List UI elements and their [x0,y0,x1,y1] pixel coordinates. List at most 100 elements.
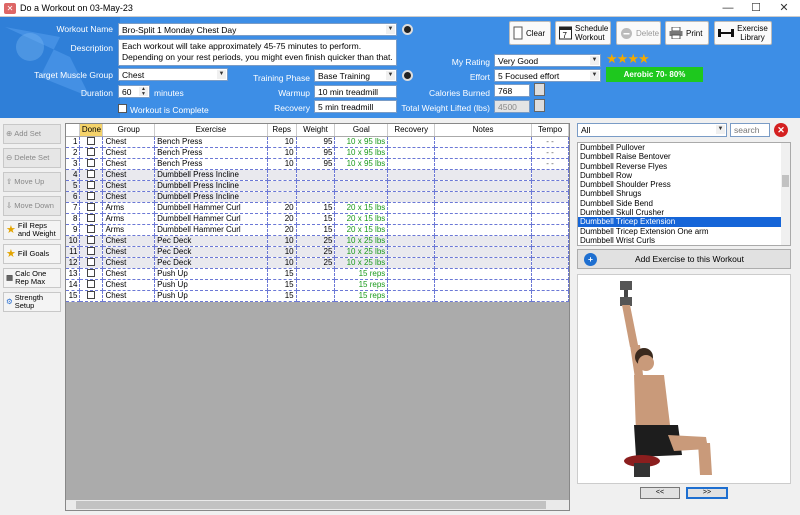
tempo-cell[interactable]: - - [531,147,569,159]
chevron-down-icon[interactable]: ▼ [590,56,599,65]
exercise-list-item[interactable]: Dumbbell Pullover [578,143,790,152]
notes-cell[interactable] [434,290,533,302]
reps-cell[interactable] [267,191,297,203]
exercise-list-item[interactable]: Dumbbell Tricep Extension [578,217,790,227]
star-icon[interactable]: ★ [638,51,650,66]
exercise-cell[interactable]: Bench Press [154,136,268,148]
recovery-cell[interactable] [387,136,436,148]
table-row[interactable]: 7 Arms Dumbbell Hammer Curl 20 15 20 x 15 lbs [66,202,569,214]
scrollbar-thumb[interactable] [76,501,546,509]
weight-cell[interactable]: 25 [296,246,336,258]
exercise-cell[interactable]: Push Up [154,279,268,291]
reps-cell[interactable]: 10 [267,136,297,148]
recovery-cell[interactable] [387,290,436,302]
calc-one-rep-max-button[interactable]: ▦ Calc One Rep Max [3,268,61,288]
group-cell[interactable]: Chest [102,180,156,192]
exercise-list-item[interactable]: Dumbbell Wrist Curls [578,236,790,245]
recovery-cell[interactable] [387,191,436,203]
exercise-cell[interactable]: Dumbbell Press Incline [154,191,268,203]
phase-options-icon[interactable] [402,70,413,81]
done-checkbox[interactable] [87,224,96,233]
exercise-cell[interactable]: Bench Press [154,158,268,170]
notes-cell[interactable] [434,191,533,203]
clear-search-icon[interactable]: ✕ [774,123,788,137]
reps-cell[interactable]: 15 [267,268,297,280]
reps-cell[interactable] [267,169,297,181]
goal-cell[interactable]: 20 x 15 lbs [334,202,389,214]
reps-cell[interactable]: 15 [267,279,297,291]
reps-cell[interactable]: 15 [267,290,297,302]
recovery-cell[interactable] [387,246,436,258]
done-checkbox[interactable] [87,213,96,222]
add-exercise-button[interactable]: + Add Exercise to this Workout [577,249,791,269]
done-checkbox[interactable] [87,169,96,178]
effort-select[interactable]: 5 Focused effort ▼ [494,69,601,82]
group-cell[interactable]: Chest [102,290,156,302]
weight-cell[interactable]: 25 [296,257,336,269]
tempo-cell[interactable] [531,268,569,280]
done-checkbox[interactable] [87,290,96,299]
notes-cell[interactable] [434,169,533,181]
chevron-down-icon[interactable]: ▼ [217,70,226,79]
exercise-cell[interactable]: Pec Deck [154,246,268,258]
warmup-input[interactable]: 10 min treadmill [314,85,397,98]
weight-cell[interactable] [296,180,336,192]
table-row[interactable]: 4 Chest Dumbbell Press Incline [66,169,569,181]
done-checkbox-cell[interactable] [79,224,104,236]
group-cell[interactable]: Chest [102,147,156,159]
recovery-input[interactable]: 5 min treadmill [314,100,397,113]
recovery-cell[interactable] [387,169,436,181]
exercise-cell[interactable]: Dumbbell Press Incline [154,180,268,192]
weight-cell[interactable] [296,268,336,280]
weight-cell[interactable] [296,191,336,203]
notes-cell[interactable] [434,224,533,236]
weight-cell[interactable] [296,290,336,302]
goal-cell[interactable]: 15 reps [334,279,389,291]
workout-sets-grid[interactable]: Done Group Exercise Reps Weight Goal Recovery N… [65,123,570,511]
rating-stars[interactable]: ★★★★ [606,51,650,67]
weight-cell[interactable]: 95 [296,147,336,159]
notes-cell[interactable] [434,268,533,280]
chevron-down-icon[interactable]: ▼ [386,71,395,80]
column-header[interactable]: Tempo [531,124,569,137]
library-search-input[interactable] [730,123,770,137]
column-header[interactable]: Goal [334,124,389,137]
chevron-down-icon[interactable]: ▼ [386,25,395,34]
star-icon[interactable]: ★ [627,51,639,66]
workout-name-combo[interactable]: Bro-Split 1 Monday Chest Day ▼ [118,23,397,36]
done-checkbox[interactable] [87,246,96,255]
exercise-list-item[interactable]: Dumbbell Row [578,171,790,180]
tempo-cell[interactable] [531,279,569,291]
recovery-cell[interactable] [387,158,436,170]
done-checkbox-cell[interactable] [79,191,104,203]
reps-cell[interactable]: 10 [267,158,297,170]
exercise-list-item[interactable]: Dumbbell Raise Bentover [578,152,790,161]
exercise-cell[interactable]: Bench Press [154,147,268,159]
notes-cell[interactable] [434,202,533,214]
group-cell[interactable]: Chest [102,136,156,148]
previous-image-button[interactable]: << [640,487,680,499]
column-header[interactable]: Reps [267,124,297,137]
group-cell[interactable]: Chest [102,158,156,170]
calculator-icon[interactable] [534,99,545,112]
table-row[interactable]: 14 Chest Push Up 15 15 reps [66,279,569,291]
weight-cell[interactable]: 15 [296,213,336,225]
done-checkbox-cell[interactable] [79,279,104,291]
tempo-cell[interactable] [531,202,569,214]
notes-cell[interactable] [434,279,533,291]
reps-cell[interactable]: 20 [267,224,297,236]
table-row[interactable]: 5 Chest Dumbbell Press Incline [66,180,569,192]
recovery-cell[interactable] [387,202,436,214]
chevron-down-icon[interactable]: ▼ [716,125,725,134]
goal-cell[interactable]: 10 x 25 lbs [334,257,389,269]
table-row[interactable]: 13 Chest Push Up 15 15 reps [66,268,569,280]
weight-cell[interactable] [296,169,336,181]
goal-cell[interactable]: 15 reps [334,268,389,280]
tempo-cell[interactable] [531,180,569,192]
goal-cell[interactable]: 10 x 95 lbs [334,147,389,159]
column-header[interactable]: Done [79,124,104,137]
clear-button[interactable]: Clear [509,21,551,45]
exercise-list-item[interactable]: Dumbbell Tricep Extension One arm [578,227,790,236]
spinner-icon[interactable]: ▲ ▼ [139,87,148,97]
done-checkbox[interactable] [87,202,96,211]
